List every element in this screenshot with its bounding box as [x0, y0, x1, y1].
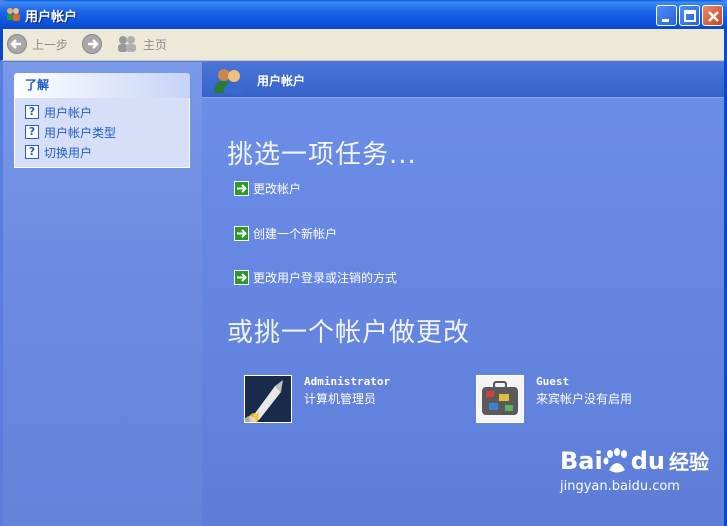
- forward-button[interactable]: [82, 33, 102, 55]
- green-arrow-icon: [234, 226, 249, 241]
- title-bar[interactable]: 用户帐户: [0, 0, 727, 29]
- back-label: 上一步: [32, 37, 69, 52]
- account-status: 来宾帐户没有启用: [536, 392, 633, 406]
- home-button[interactable]: 主页: [115, 33, 167, 55]
- help-icon: ?: [25, 145, 39, 159]
- green-arrow-icon: [234, 270, 249, 285]
- toolbar: 上一步 主页: [0, 29, 727, 61]
- account-heading: 或挑一个帐户做更改: [227, 318, 471, 348]
- help-icon: ?: [25, 105, 39, 119]
- user-accounts-icon: [214, 67, 244, 96]
- maximize-button[interactable]: [679, 5, 700, 26]
- suitcase-picture: [476, 375, 524, 423]
- task-pane: 了解 ? 用户帐户 ? 用户帐户类型 ? 切换用户: [3, 62, 202, 526]
- watermark-product: 经验: [668, 450, 709, 474]
- baidu-jingyan-watermark: Bai du 经验 jingyan.baidu.com: [560, 446, 720, 516]
- task-change-logon[interactable]: 更改用户登录或注销的方式: [234, 269, 397, 286]
- learn-about-links: ? 用户帐户 ? 用户帐户类型 ? 切换用户: [14, 98, 190, 168]
- sidebar-link-switch-user[interactable]: ? 切换用户: [25, 142, 189, 162]
- close-button[interactable]: [702, 5, 723, 26]
- task-heading: 挑选一项任务...: [227, 140, 417, 170]
- paw-icon: [603, 447, 627, 472]
- back-arrow-icon: [7, 34, 27, 54]
- learn-about-box: 了解 ? 用户帐户 ? 用户帐户类型 ? 切换用户: [14, 73, 190, 168]
- task-change-account[interactable]: 更改帐户: [234, 180, 301, 197]
- watermark-brand-suffix: du: [630, 446, 665, 475]
- watermark-url: jingyan.baidu.com: [560, 479, 680, 494]
- maximize-icon: [684, 10, 696, 22]
- task-create-account[interactable]: 创建一个新帐户: [234, 225, 337, 242]
- account-guest[interactable]: Guest 来宾帐户没有启用: [476, 375, 632, 423]
- back-button[interactable]: 上一步: [7, 33, 68, 55]
- learn-about-header[interactable]: 了解: [14, 73, 190, 98]
- close-icon: [708, 11, 719, 22]
- forward-arrow-icon: [82, 34, 102, 54]
- main-header-title: 用户帐户: [257, 74, 306, 88]
- minimize-button[interactable]: [656, 5, 677, 26]
- main-header: 用户帐户: [202, 62, 724, 98]
- account-administrator[interactable]: Administrator 计算机管理员: [244, 375, 391, 428]
- sidebar-link-account-types[interactable]: ? 用户帐户类型: [25, 122, 189, 142]
- watermark-brand: Bai: [560, 446, 603, 475]
- window-title: 用户帐户: [25, 10, 78, 25]
- user-accounts-icon: [5, 6, 22, 23]
- space-shuttle-picture: [244, 375, 292, 428]
- green-arrow-icon: [234, 181, 249, 196]
- help-icon: ?: [25, 125, 39, 139]
- account-name: Guest: [536, 375, 570, 388]
- account-type: 计算机管理员: [304, 392, 377, 406]
- account-name: Administrator: [304, 375, 391, 388]
- home-label: 主页: [143, 37, 168, 52]
- minimize-icon: [662, 19, 669, 22]
- home-users-icon: [118, 36, 136, 52]
- sidebar-link-user-accounts[interactable]: ? 用户帐户: [25, 102, 189, 122]
